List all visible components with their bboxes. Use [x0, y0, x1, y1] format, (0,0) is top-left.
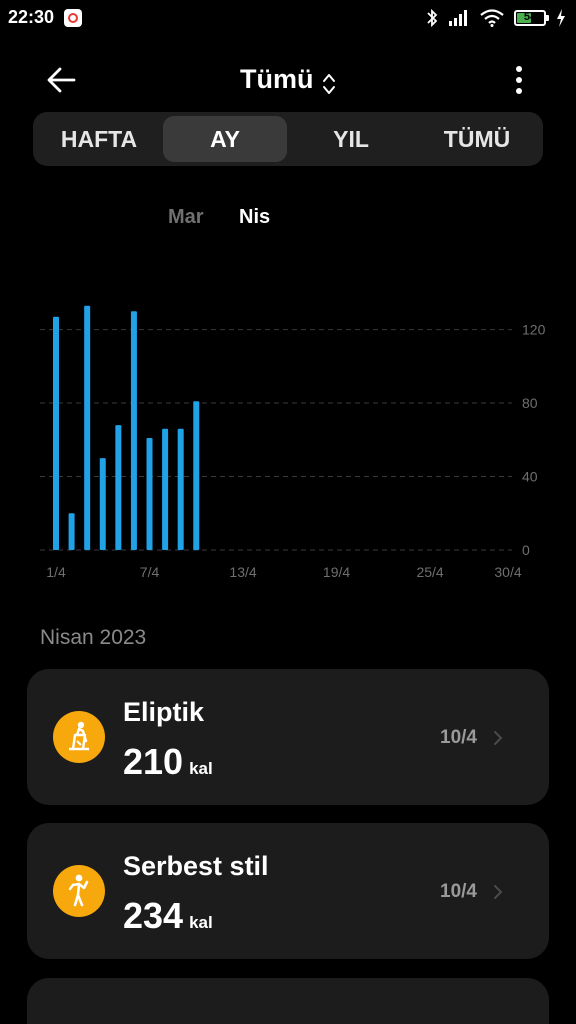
up-down-chevron-icon	[322, 73, 335, 94]
status-bar: 22:30 54	[0, 0, 576, 36]
chart-bar	[193, 401, 200, 550]
bluetooth-icon	[427, 8, 438, 28]
y-tick-label: 80	[522, 395, 538, 411]
top-app-bar: Tümü	[0, 52, 576, 108]
charging-bolt-icon	[557, 9, 565, 27]
x-tick-label: 13/4	[229, 564, 256, 580]
elliptical-icon	[53, 711, 105, 763]
period-tabs: HAFTA AY YIL TÜMÜ	[33, 112, 543, 166]
calorie-value: 210	[123, 741, 184, 782]
chart-bar	[53, 316, 59, 550]
chevron-right-icon	[494, 885, 503, 899]
signal-icon	[449, 10, 467, 26]
month-previous[interactable]: Mar	[168, 206, 204, 229]
tab-ay[interactable]: AY	[163, 116, 287, 162]
y-tick-label: 40	[522, 469, 538, 485]
activity-name: Eliptik	[123, 697, 205, 727]
x-tick-label: 19/4	[323, 564, 350, 580]
activity-calories: 210 kal	[123, 741, 213, 783]
activity-calories: 234 kal	[123, 895, 213, 937]
chart-bar	[162, 428, 169, 550]
status-icons: 54	[426, 6, 566, 30]
chart-bar	[115, 425, 122, 550]
chart-bar	[68, 513, 75, 550]
calorie-unit: kal	[189, 759, 213, 778]
page-title: Tümü	[240, 64, 314, 94]
y-tick-label: 120	[522, 322, 546, 338]
calories-bar-chart[interactable]: 120 80 40 0 1/4 7/4 13/4 19/4 25/4 30/4	[0, 280, 576, 590]
battery-icon: 54	[514, 10, 549, 26]
activity-card-partial[interactable]	[27, 978, 549, 1024]
tab-yil[interactable]: YIL	[289, 116, 413, 162]
activity-date: 10/4	[440, 881, 477, 902]
chart-bar	[177, 428, 184, 550]
calorie-unit: kal	[189, 913, 213, 932]
chart-bar	[99, 458, 106, 550]
status-time: 22:30	[8, 7, 55, 27]
activity-card-eliptik[interactable]: Eliptik 210 kal 10/4	[27, 669, 549, 805]
chart-canvas: 120 80 40 0 1/4 7/4 13/4 19/4 25/4 30/4	[40, 305, 546, 580]
battery-level: 54	[523, 11, 537, 23]
tab-hafta[interactable]: HAFTA	[37, 116, 161, 162]
chart-bar	[146, 437, 153, 550]
freestyle-person-icon	[53, 865, 105, 917]
section-title: Nisan 2023	[40, 626, 147, 649]
x-tick-label: 25/4	[416, 564, 443, 580]
screen-record-icon	[64, 9, 82, 27]
x-tick-label: 1/4	[46, 564, 66, 580]
y-tick-label: 0	[522, 542, 530, 558]
chevron-right-icon	[494, 731, 503, 745]
calorie-value: 234	[123, 895, 184, 936]
chart-bar	[130, 311, 137, 550]
tab-tumu[interactable]: TÜMÜ	[415, 116, 539, 162]
x-tick-label: 7/4	[140, 564, 160, 580]
month-current[interactable]: Nis	[239, 206, 270, 229]
more-options-icon[interactable]	[508, 64, 532, 96]
chart-bar	[84, 305, 91, 550]
x-tick-label: 30/4	[494, 564, 521, 580]
title-dropdown[interactable]: Tümü	[0, 64, 576, 96]
activity-date: 10/4	[440, 727, 477, 748]
activity-card-serbest-stil[interactable]: Serbest stil 234 kal 10/4	[27, 823, 549, 959]
wifi-icon	[480, 9, 504, 27]
activity-name: Serbest stil	[123, 851, 269, 881]
